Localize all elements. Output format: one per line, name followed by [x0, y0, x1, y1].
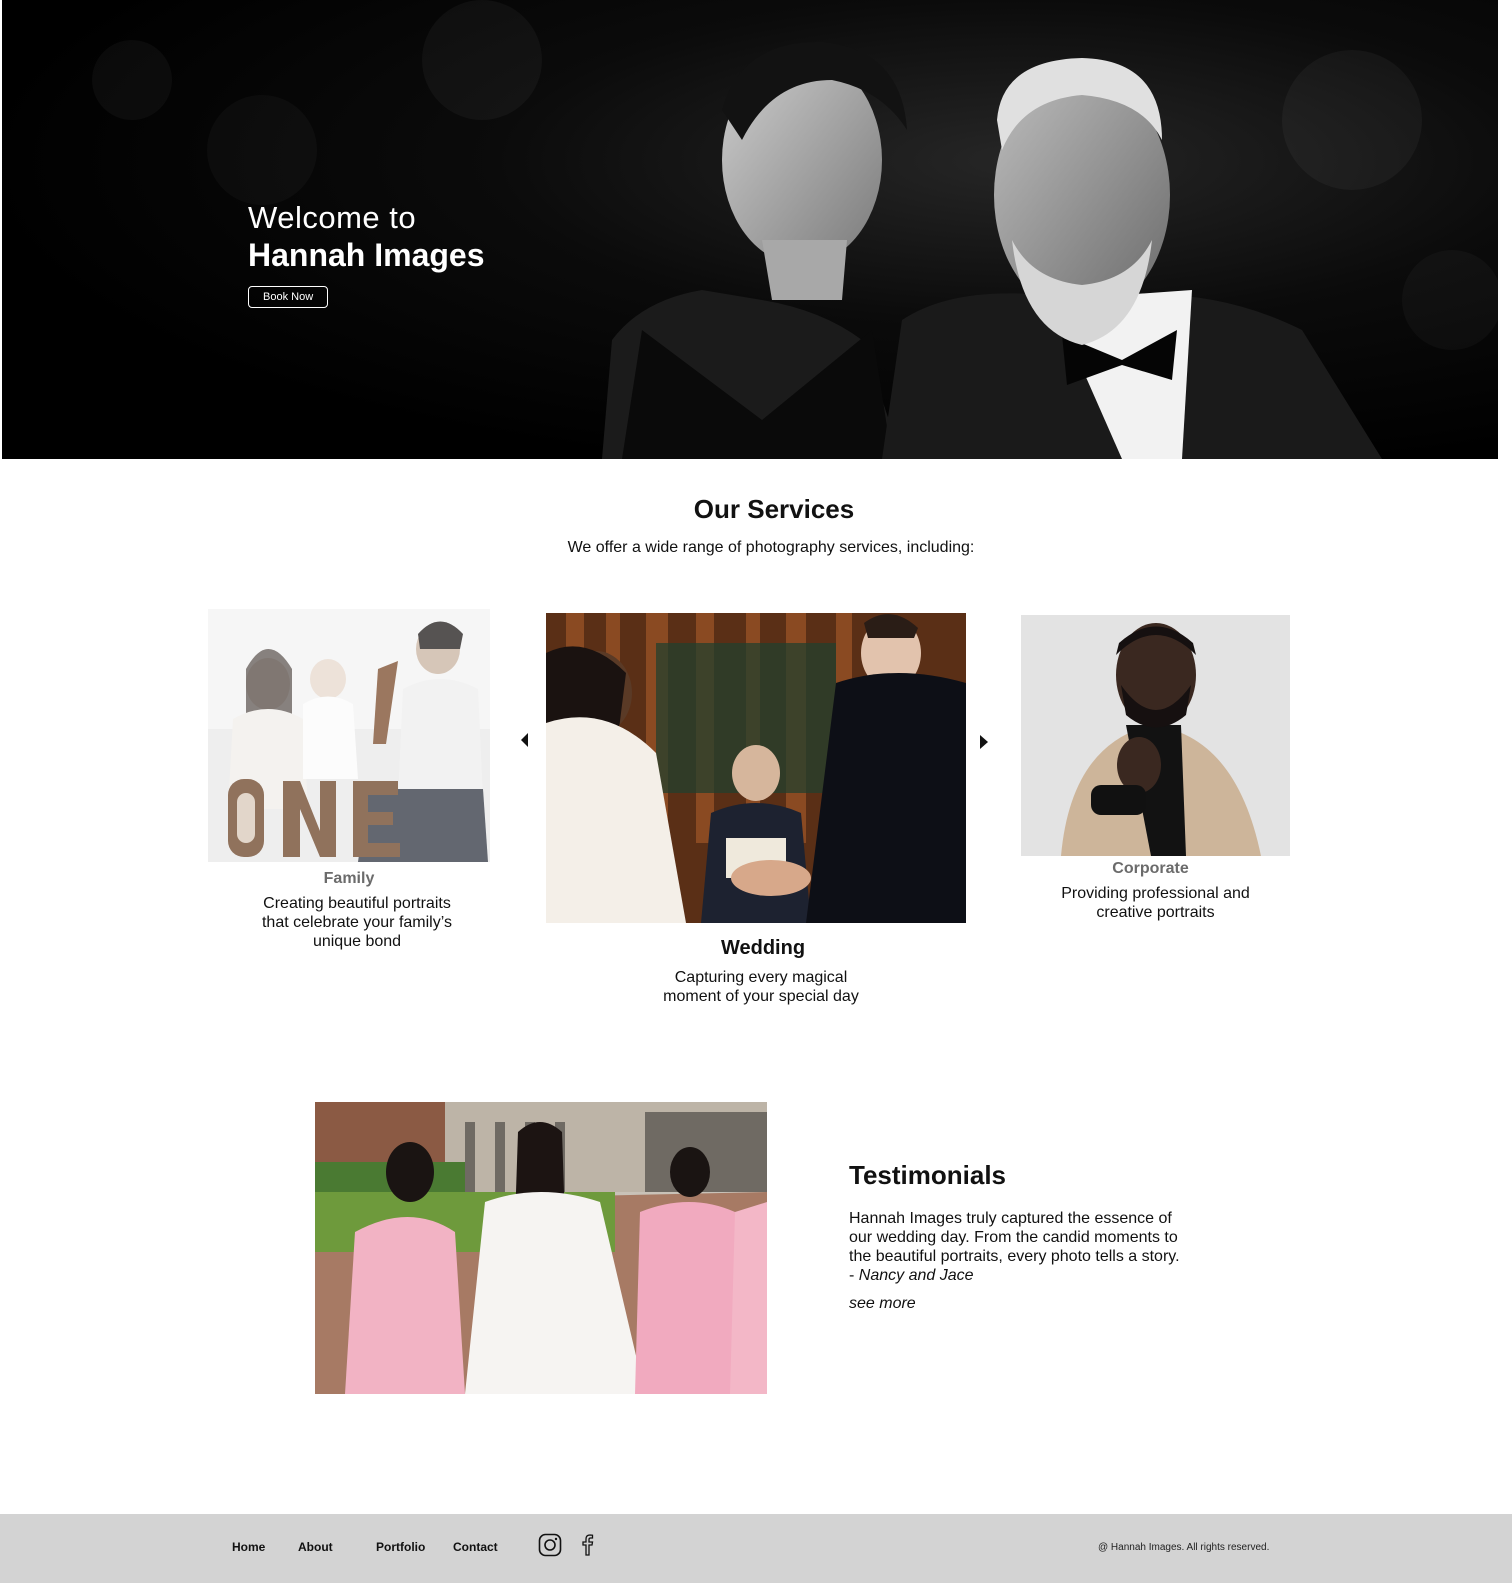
wedding-service-label: Wedding	[720, 937, 806, 959]
family-desc-line: that celebrate your family’s	[261, 914, 452, 931]
see-more-link[interactable]: see more	[849, 1295, 916, 1313]
hero-banner: Welcome to Hannah Images Book Now	[2, 0, 1498, 459]
book-now-button[interactable]: Book Now	[248, 286, 329, 308]
wedding-desc-line: moment of your special day	[663, 988, 859, 1005]
corporate-desc-line: Providing professional and	[1061, 885, 1250, 902]
hero-couple-photo	[2, 0, 1498, 459]
family-service-image[interactable]	[208, 609, 490, 862]
wedding-photo	[546, 613, 966, 923]
testimonials-title: Testimonials	[849, 1160, 1007, 1190]
corporate-desc-line: creative portraits	[1096, 904, 1215, 921]
corporate-service-label: Corporate	[1112, 860, 1189, 877]
testimonial-author: Nancy and Jace	[858, 1267, 974, 1284]
carousel-prev-icon[interactable]	[521, 733, 528, 747]
family-desc-line: unique bond	[312, 933, 402, 950]
family-desc-line: Creating beautiful portraits	[263, 895, 451, 912]
footer-nav-portfolio[interactable]: Portfolio	[376, 1540, 425, 1554]
hero-text-block: Welcome to Hannah Images Book Now	[248, 198, 485, 308]
hero-welcome-text: Welcome to	[248, 200, 417, 235]
footer-nav-home[interactable]: Home	[232, 1540, 265, 1554]
bridal-party-photo	[315, 1102, 767, 1394]
carousel-next-icon[interactable]	[980, 735, 988, 749]
corporate-photo	[1021, 615, 1290, 856]
facebook-icon[interactable]	[576, 1533, 600, 1557]
instagram-icon[interactable]	[538, 1533, 562, 1557]
family-service-description: Creating beautiful portraits that celebr…	[216, 894, 498, 951]
corporate-service-image[interactable]	[1021, 615, 1290, 856]
testimonial-quote: Hannah Images truly captured the essence…	[849, 1209, 1189, 1285]
services-title: Our Services	[693, 494, 855, 524]
wedding-service-description: Capturing every magical moment of your s…	[546, 968, 976, 1006]
services-subtitle: We offer a wide range of photography ser…	[567, 539, 975, 556]
family-service-label: Family	[323, 870, 375, 887]
hero-brand-title: Hannah Images	[248, 237, 485, 273]
family-photo	[208, 609, 490, 862]
corporate-service-description: Providing professional and creative port…	[1021, 884, 1290, 922]
footer-nav-contact[interactable]: Contact	[453, 1540, 498, 1554]
wedding-desc-line: Capturing every magical	[674, 969, 848, 986]
footer-nav-about[interactable]: About	[298, 1540, 333, 1554]
testimonial-image	[315, 1102, 767, 1394]
footer	[0, 1514, 1512, 1583]
wedding-service-image[interactable]	[546, 613, 966, 923]
copyright-text: @ Hannah Images. All rights reserved.	[1098, 1542, 1270, 1553]
